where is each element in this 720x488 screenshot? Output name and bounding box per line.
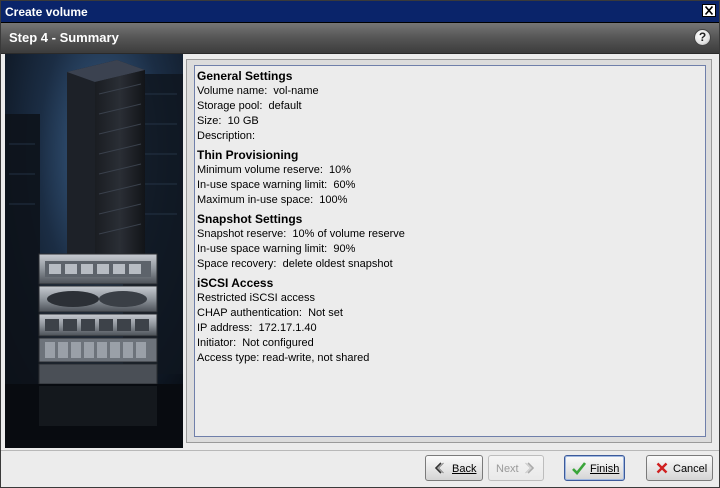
back-button[interactable]: Back xyxy=(425,455,483,481)
step-title: Step 4 - Summary xyxy=(9,30,119,45)
summary-line: Maximum in-use space: 100% xyxy=(197,194,348,206)
summary-line: In-use space warning limit: 60% xyxy=(197,179,356,191)
section-iscsi-access: iSCSI Access Restricted iSCSI access CHA… xyxy=(197,276,705,366)
summary-line: Space recovery: delete oldest snapshot xyxy=(197,258,393,270)
section-title: Snapshot Settings xyxy=(197,212,303,226)
summary-line: Minimum volume reserve: 10% xyxy=(197,164,352,176)
chevron-left-icon xyxy=(434,462,444,474)
cancel-button[interactable]: Cancel xyxy=(646,455,713,481)
section-title: General Settings xyxy=(197,69,293,83)
checkmark-icon xyxy=(572,462,586,475)
summary-line: Initiator: Not configured xyxy=(197,337,314,349)
summary-line: CHAP authentication: Not set xyxy=(197,307,343,319)
summary-line: Size: 10 GB xyxy=(197,115,259,127)
summary-line: Access type: read-write, not shared xyxy=(197,352,370,364)
section-title: iSCSI Access xyxy=(197,276,274,290)
x-icon xyxy=(656,462,668,474)
server-rack-illustration xyxy=(5,54,183,448)
summary-line: Description: xyxy=(197,130,256,142)
summary-line: Volume name: vol-name xyxy=(197,85,319,97)
next-label: Next xyxy=(496,463,519,475)
summary-line: In-use space warning limit: 90% xyxy=(197,243,356,255)
finish-label: Finish xyxy=(590,463,620,475)
section-title: Thin Provisioning xyxy=(197,148,299,162)
summary-line: Storage pool: default xyxy=(197,100,302,112)
section-general-settings: General Settings Volume name: vol-name S… xyxy=(197,69,705,144)
cancel-label: Cancel xyxy=(673,463,708,475)
title-bar: Create volume xyxy=(1,1,719,23)
section-snapshot-settings: Snapshot Settings Snapshot reserve: 10% … xyxy=(197,212,705,272)
section-thin-provisioning: Thin Provisioning Minimum volume reserve… xyxy=(197,148,705,208)
step-header: Step 4 - Summary ? xyxy=(1,23,719,54)
chevron-right-icon xyxy=(525,462,535,474)
window-title: Create volume xyxy=(5,5,88,19)
summary-line: Restricted iSCSI access xyxy=(197,292,315,304)
summary-line: Snapshot reserve: 10% of volume reserve xyxy=(197,228,405,240)
summary-panel: General Settings Volume name: vol-name S… xyxy=(194,65,706,437)
help-icon[interactable]: ? xyxy=(694,29,711,46)
back-label: Back xyxy=(452,463,477,475)
create-volume-dialog: Create volume Step 4 - Summary ? General… xyxy=(0,0,720,488)
close-icon xyxy=(705,6,713,15)
next-button[interactable]: Next xyxy=(488,455,544,481)
summary-line: IP address: 172.17.1.40 xyxy=(197,322,317,334)
finish-button[interactable]: Finish xyxy=(564,455,625,481)
close-button[interactable] xyxy=(702,4,716,17)
footer-divider xyxy=(1,450,719,451)
